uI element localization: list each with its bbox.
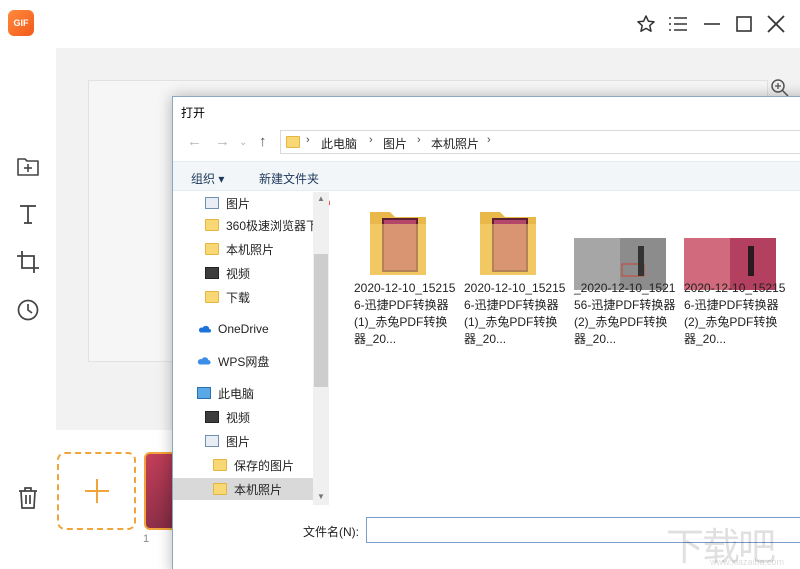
- nav-item-label: 本机照片: [226, 242, 275, 257]
- folder-icon: [205, 219, 219, 231]
- star-icon[interactable]: [634, 12, 658, 36]
- app-logo: GIF: [8, 10, 34, 36]
- back-arrow-icon[interactable]: ←: [187, 133, 202, 150]
- pictures-icon: [205, 435, 219, 447]
- maximize-icon[interactable]: [732, 12, 756, 36]
- up-arrow-icon[interactable]: ↑: [259, 133, 267, 150]
- breadcrumb-separator-icon: ›: [306, 134, 310, 146]
- video-icon: [205, 267, 219, 279]
- text-icon[interactable]: [14, 200, 42, 228]
- add-folder-icon[interactable]: [14, 152, 42, 180]
- forward-arrow-icon[interactable]: →: [215, 133, 230, 150]
- breadcrumb-this-pc[interactable]: 此电脑: [321, 135, 357, 152]
- breadcrumb-separator-icon: ›: [417, 134, 421, 146]
- nav-scrollbar[interactable]: ▲ ▼: [313, 192, 329, 505]
- history-icon[interactable]: [14, 296, 42, 324]
- dialog-title: 打开: [181, 106, 206, 120]
- folder-icon: [205, 291, 219, 303]
- nav-item-label: 保存的图片: [234, 458, 295, 473]
- breadcrumb-separator-icon: ›: [487, 134, 491, 146]
- minimize-icon[interactable]: [700, 12, 724, 36]
- nav-item-label: 图片: [226, 434, 251, 449]
- file-name: 2020-12-10_152156-迅捷PDF转换器 (1)_赤兔PDF转换器_…: [354, 281, 456, 346]
- computer-icon: [197, 387, 211, 399]
- breadcrumb-separator-icon: ›: [369, 134, 373, 146]
- folder-thumbnail-icon: [370, 212, 426, 275]
- scrollbar-thumb[interactable]: [314, 254, 328, 387]
- file-list: 2020-12-10_152156-迅捷PDF转换器 (1)_赤兔PDF转换器_…: [330, 192, 800, 505]
- nav-item-label: 视频: [226, 266, 251, 281]
- crop-icon[interactable]: [14, 248, 42, 276]
- filename-label: 文件名(N):: [303, 525, 359, 539]
- folder-icon: [205, 243, 219, 255]
- folder-icon: [213, 459, 227, 471]
- nav-item-label: 视频: [226, 410, 251, 425]
- plus-icon: [84, 479, 109, 503]
- nav-item-label: 360极速浏览器下: [226, 218, 319, 233]
- folder-icon: [286, 136, 300, 148]
- nav-item-label: 本机照片: [234, 482, 283, 497]
- watermark-url: www.xiazaiba.com: [710, 557, 785, 567]
- cloud-icon: [197, 357, 211, 365]
- app-titlebar: GIF: [0, 0, 800, 48]
- recent-dropdown-icon[interactable]: ⌄: [239, 137, 247, 148]
- breadcrumb-local-photos[interactable]: 本机照片: [431, 135, 479, 152]
- nav-item-label: 此电脑: [218, 386, 255, 401]
- close-icon[interactable]: [764, 12, 788, 36]
- folder-thumbnail-icon: [480, 212, 536, 275]
- organize-button[interactable]: 组织 ▾: [191, 170, 224, 187]
- dialog-toolbar: 组织 ▾ 新建文件夹: [173, 161, 800, 191]
- scroll-up-icon[interactable]: ▲: [317, 194, 325, 203]
- nav-item-local-photos-selected[interactable]: 本机照片: [173, 478, 313, 500]
- nav-item-label: OneDrive: [218, 322, 269, 336]
- navigation-pane: 图片 📌 360极速浏览器下 本机照片 视频 下载 OneDrive WPS网盘: [173, 192, 337, 505]
- video-icon: [205, 411, 219, 423]
- open-file-dialog: 打开 ← → ⌄ ↑ › 此电脑 › 图片 › 本机照片 › 组织 ▾ 新建文件…: [172, 96, 800, 569]
- nav-item-label: 图片: [226, 196, 251, 211]
- scroll-down-icon[interactable]: ▼: [317, 492, 325, 501]
- file-name: _2020-12-10_152156-迅捷PDF转换器 (2)_赤兔PDF转换器…: [574, 281, 676, 346]
- file-name: 2020-12-10_152156-迅捷PDF转换器 (2)_赤兔PDF转换器_…: [684, 281, 786, 346]
- trash-icon[interactable]: [14, 484, 42, 512]
- new-folder-button[interactable]: 新建文件夹: [259, 170, 319, 187]
- folder-icon: [213, 483, 227, 495]
- frame-number: 1: [143, 533, 150, 545]
- nav-item-label: WPS网盘: [218, 354, 270, 369]
- breadcrumb-pictures[interactable]: 图片: [383, 135, 407, 152]
- address-bar[interactable]: › 此电脑 › 图片 › 本机照片 ›: [280, 130, 800, 154]
- add-frame-button[interactable]: [57, 452, 136, 530]
- pictures-icon: [205, 197, 219, 209]
- menu-icon[interactable]: [666, 12, 690, 36]
- tool-sidebar: [0, 48, 56, 569]
- file-name: 2020-12-10_152156-迅捷PDF转换器 (1)_赤兔PDF转换器_…: [464, 281, 566, 346]
- nav-item-label: 下载: [226, 290, 251, 305]
- onedrive-icon: [198, 325, 211, 333]
